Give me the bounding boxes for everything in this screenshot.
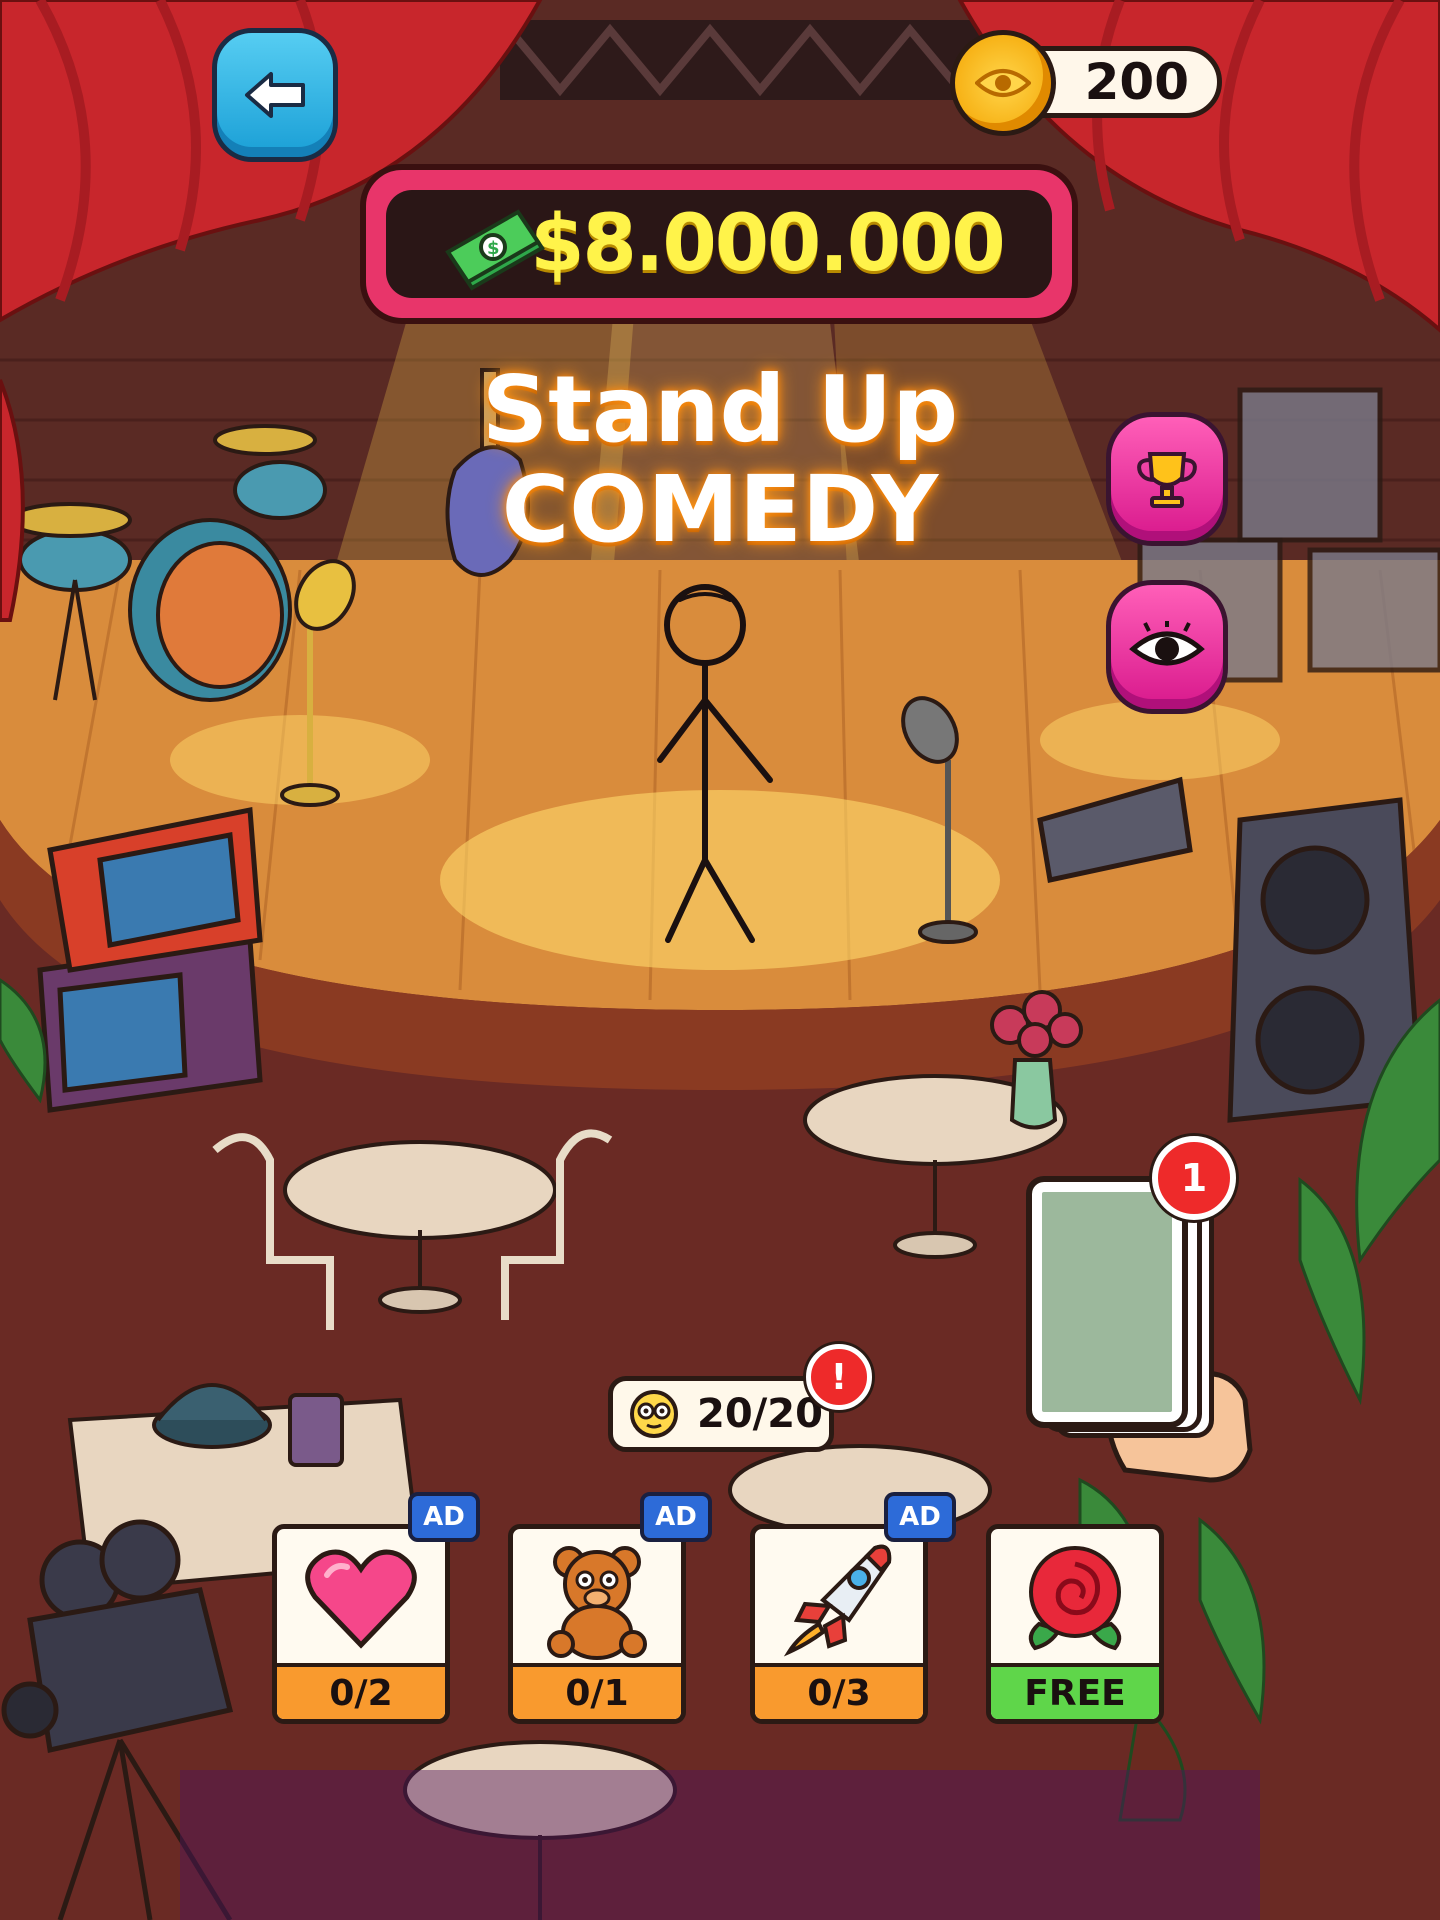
ad-tag: AD <box>884 1492 956 1542</box>
energy-counter: 20/20 <box>608 1376 834 1452</box>
coin-icon <box>950 30 1056 136</box>
venue-title: Stand Up COMEDY <box>420 360 1020 560</box>
back-arrow-icon <box>245 72 305 118</box>
cash-stack-icon: $ <box>445 209 545 291</box>
venue-title-line2: COMEDY <box>501 456 939 563</box>
rocket-icon <box>783 1544 892 1657</box>
deck-notification-badge: 1 <box>1152 1136 1236 1220</box>
booster-heart[interactable]: 0/2 <box>272 1524 450 1724</box>
game-screen: 200 $ $8.000.000 Stand Up COMEDY 1 20/20… <box>0 0 1440 1920</box>
booster-teddy-bear-count: 0/1 <box>513 1663 681 1719</box>
teddy-bear-icon <box>547 1546 647 1660</box>
booster-rocket-count: 0/3 <box>755 1663 923 1719</box>
booster-rose-free-label: FREE <box>991 1663 1159 1719</box>
back-button[interactable] <box>212 28 338 162</box>
ad-tag: AD <box>408 1492 480 1542</box>
prize-amount: $8.000.000 <box>530 199 1005 289</box>
svg-text:$: $ <box>487 238 500 259</box>
heart-icon <box>305 1549 417 1649</box>
trophy-icon <box>1137 452 1197 508</box>
leaderboard-button[interactable] <box>1106 412 1228 546</box>
prize-marquee: $ $8.000.000 <box>360 164 1078 324</box>
stacked-tvs <box>37 806 263 1113</box>
booster-rocket[interactable]: 0/3 <box>750 1524 928 1724</box>
venue-title-line1: Stand Up <box>481 356 959 463</box>
ad-tag: AD <box>640 1492 712 1542</box>
energy-alert-badge: ! <box>806 1344 872 1410</box>
booster-teddy-bear[interactable]: 0/1 <box>508 1524 686 1724</box>
rose-icon <box>1028 1546 1122 1651</box>
booster-rose[interactable]: FREE <box>986 1524 1164 1724</box>
eye-icon <box>1129 621 1205 666</box>
card-front <box>1026 1176 1188 1428</box>
energy-value: 20/20 <box>697 1391 823 1437</box>
coin-count: 200 <box>1084 53 1189 111</box>
watch-button[interactable] <box>1106 580 1228 714</box>
smiley-face-icon <box>630 1390 678 1438</box>
booster-heart-count: 0/2 <box>277 1663 445 1719</box>
bottom-overlay <box>180 1770 1260 1920</box>
